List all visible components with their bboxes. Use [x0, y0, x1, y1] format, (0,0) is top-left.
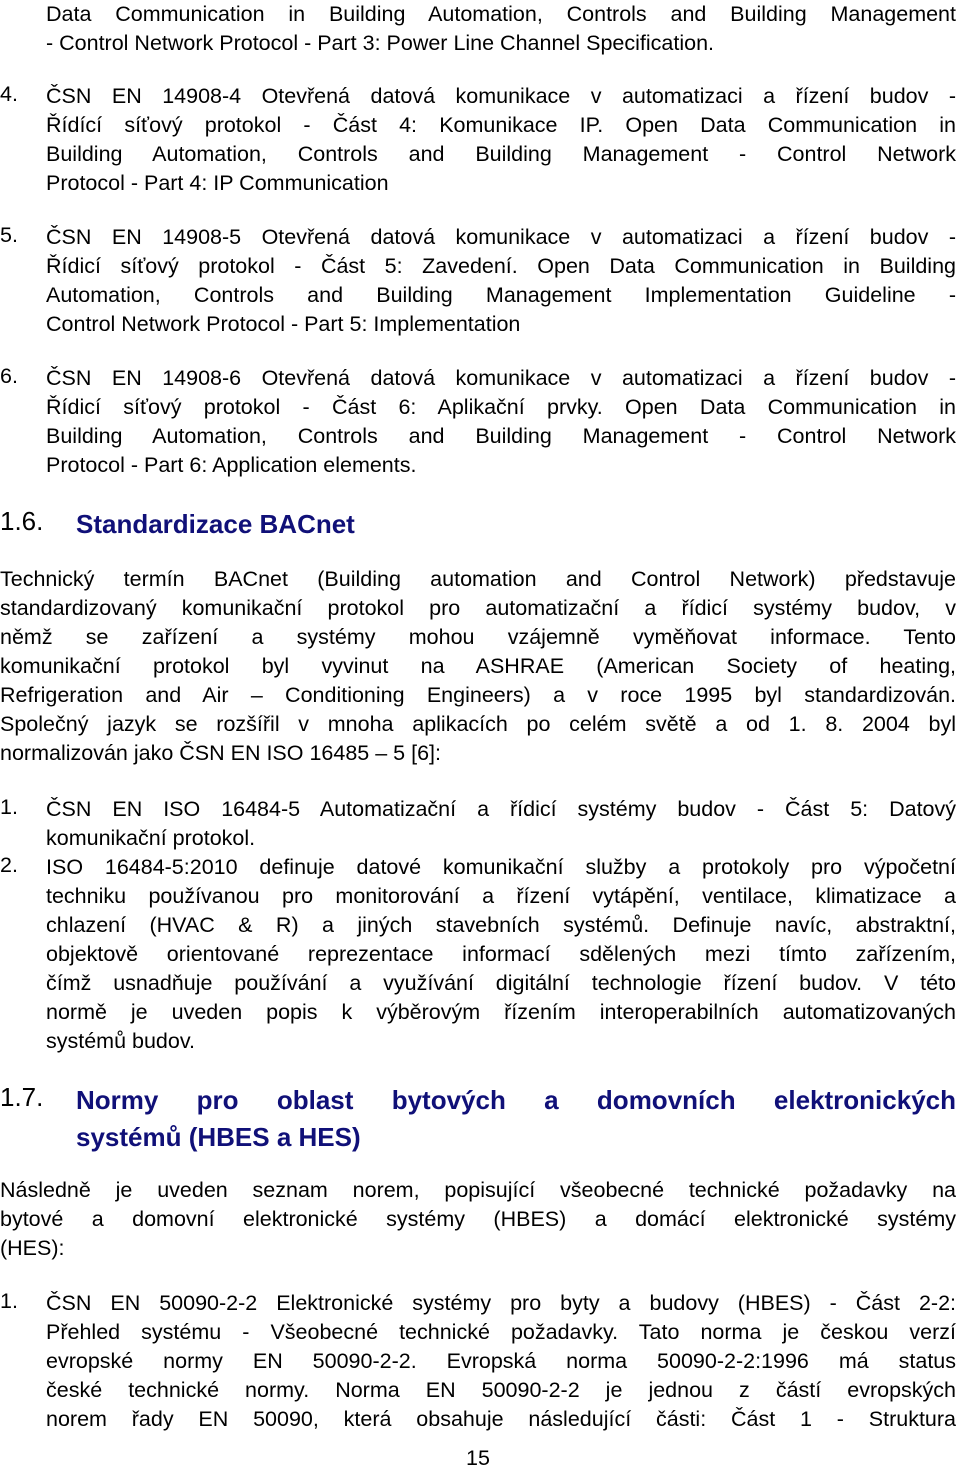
title-line: systémů (HBES a HES) [76, 1122, 361, 1152]
list-number: 4. [0, 82, 18, 106]
list-item-text: ČSN EN 14908-5 Otevřená datová komunikac… [46, 223, 956, 339]
text-line: evropské normy EN 50090-2-2. Evropská no… [46, 1349, 956, 1373]
text-line: Automation, Controls and Building Manage… [46, 283, 956, 307]
text-line: komunikační protokol byl vyvinut na ASHR… [0, 654, 956, 678]
text-line: ČSN EN 14908-4 Otevřená datová komunikac… [46, 84, 956, 108]
text-line: Building Automation, Controls and Buildi… [46, 424, 956, 448]
text-line: české technické normy. Norma EN 50090-2-… [46, 1378, 956, 1402]
list-number: 1. [0, 795, 18, 819]
text-line: standardizovaný komunikační protokol pro… [0, 596, 956, 620]
text-line: Následně je uveden seznam norem, popisuj… [0, 1178, 956, 1202]
text-line: ČSN EN 14908-6 Otevřená datová komunikac… [46, 366, 956, 390]
title-line: Normy pro oblast bytových a domovních el… [76, 1085, 956, 1115]
text-line: Refrigeration and Air – Conditioning Eng… [0, 683, 956, 707]
paragraph: Technický termín BACnet (Building automa… [0, 565, 956, 768]
text-line: Protocol - Part 4: IP Communication [46, 171, 389, 195]
section-title: Standardizace BACnet [76, 506, 956, 543]
text-line: Přehled systému - Všeobecné technické po… [46, 1320, 956, 1344]
text-line: chlazení (HVAC & R) a jiných stavebních … [46, 913, 956, 937]
text-line: Řídící síťový protokol - Část 4: Komunik… [46, 113, 956, 137]
list-item-text: ČSN EN 50090-2-2 Elektronické systémy pr… [46, 1289, 956, 1434]
list-number: 2. [0, 853, 18, 877]
page-number: 15 [466, 1446, 490, 1470]
paragraph: Následně je uveden seznam norem, popisuj… [0, 1176, 956, 1263]
text-line: ČSN EN ISO 16484-5 Automatizační a řídic… [46, 797, 956, 821]
text-line: (HES): [0, 1236, 65, 1260]
list-number: 6. [0, 364, 18, 388]
text-line: ČSN EN 50090-2-2 Elektronické systémy pr… [46, 1291, 956, 1315]
text-line: norem řady EN 50090, která obsahuje násl… [46, 1407, 956, 1431]
text-line: Řídicí síťový protokol - Část 6: Aplikač… [46, 395, 956, 419]
text-line: Řídicí síťový protokol - Část 5: Zaveden… [46, 254, 956, 278]
text-line: Protocol - Part 6: Application elements. [46, 453, 417, 477]
text-line: normalizován jako ČSN EN ISO 16485 – 5 [… [0, 741, 441, 765]
list-item-text: ČSN EN 14908-4 Otevřená datová komunikac… [46, 82, 956, 198]
text-line: - Control Network Protocol - Part 3: Pow… [46, 31, 715, 55]
section-number: 1.6. [0, 506, 44, 536]
section-number: 1.7. [0, 1082, 44, 1112]
text-line: ČSN EN 14908-5 Otevřená datová komunikac… [46, 225, 956, 249]
list-item-text: Data Communication in Building Automatio… [46, 0, 956, 58]
list-item-text: ISO 16484-5:2010 definuje datové komunik… [46, 853, 956, 1056]
title-line: Standardizace BACnet [76, 509, 355, 539]
text-line: němž se zařízení a systémy mohou vzájemn… [0, 625, 956, 649]
list-item-text: ČSN EN 14908-6 Otevřená datová komunikac… [46, 364, 956, 480]
text-line: komunikační protokol. [46, 826, 256, 850]
text-line: Technický termín BACnet (Building automa… [0, 567, 956, 591]
text-line: Control Network Protocol - Part 5: Imple… [46, 312, 521, 336]
text-line: bytové a domovní elektronické systémy (H… [0, 1207, 956, 1231]
list-number: 5. [0, 223, 18, 247]
text-line: objektově orientované reprezentace infor… [46, 942, 956, 966]
text-line: systémů budov. [46, 1029, 195, 1053]
text-line: techniku používanou pro monitorování a ř… [46, 884, 956, 908]
list-item-text: ČSN EN ISO 16484-5 Automatizační a řídic… [46, 795, 956, 853]
list-number: 1. [0, 1289, 18, 1313]
text-line: Společný jazyk se rozšířil v mnoha aplik… [0, 712, 956, 736]
text-line: normě je uveden popis k výběrovým řízení… [46, 1000, 956, 1024]
text-line: Building Automation, Controls and Buildi… [46, 142, 956, 166]
text-line: ISO 16484-5:2010 definuje datové komunik… [46, 855, 956, 879]
section-title: Normy pro oblast bytových a domovních el… [76, 1082, 956, 1156]
text-line: Data Communication in Building Automatio… [46, 2, 956, 26]
text-line: čímž usnadňuje používání a využívání dig… [46, 971, 956, 995]
